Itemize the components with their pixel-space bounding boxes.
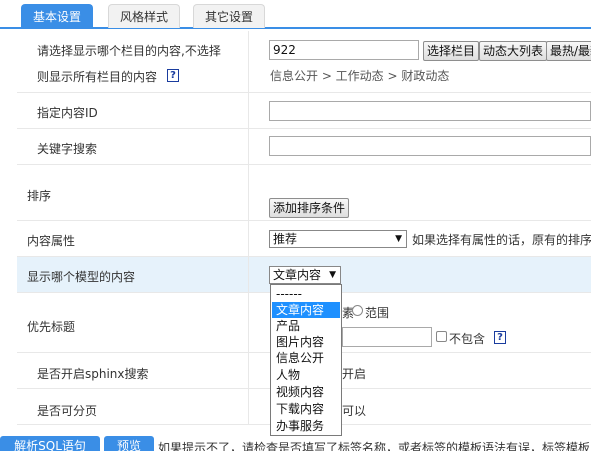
content-id-input[interactable] <box>269 101 591 121</box>
row-attribute: 内容属性 推荐 ▼ 如果选择有属性的话，原有的排序 <box>17 221 591 257</box>
range-label: 范围 <box>365 306 390 320</box>
title-input[interactable] <box>342 327 432 347</box>
dropdown-option[interactable]: 人物 <box>272 367 340 383</box>
row-label: 是否可分页 <box>17 389 249 424</box>
add-sort-button[interactable]: 添加排序条件 <box>269 198 350 218</box>
model-select-value: 文章内容 <box>273 268 322 282</box>
preview-button[interactable]: 预览 <box>104 436 154 451</box>
tab-other-settings[interactable]: 其它设置 <box>193 4 265 28</box>
row-label: 关键字搜索 <box>17 129 249 164</box>
title-label: 优先标题 <box>27 320 76 334</box>
select-column-button[interactable]: 选择栏目 <box>423 41 480 61</box>
dropdown-option[interactable]: 图片内容 <box>272 334 340 350</box>
dropdown-option[interactable]: 信息公开 <box>272 350 340 366</box>
dropdown-option-selected[interactable]: 文章内容 <box>272 302 340 318</box>
parse-sql-button[interactable]: 解析SQL语句 <box>0 436 100 451</box>
chevron-down-icon: ▼ <box>395 234 402 244</box>
column-label-line1: 请选择显示哪个栏目的内容,不选择 <box>37 44 221 58</box>
column-label-line2: 则显示所有栏目的内容 <box>37 70 158 84</box>
tab-basic-settings[interactable]: 基本设置 <box>21 4 93 28</box>
bottom-action-bar: 解析SQL语句 预览 如果提示不了，请检查是否填写了标签名称，或者标签的模板语法… <box>0 436 591 451</box>
dropdown-option[interactable]: 下载内容 <box>272 401 340 417</box>
paging-label: 是否可分页 <box>37 404 98 418</box>
range-radio[interactable] <box>352 305 363 316</box>
row-label: 排序 <box>17 165 249 220</box>
keyword-input[interactable] <box>269 136 591 156</box>
help-icon[interactable]: ? <box>167 69 179 82</box>
row-column: 请选择显示哪个栏目的内容,不选择 则显示所有栏目的内容 ? 选择栏目 动态大列表… <box>17 31 591 93</box>
row-label: 指定内容ID <box>17 93 249 128</box>
row-label: 请选择显示哪个栏目的内容,不选择 则显示所有栏目的内容 ? <box>17 31 249 92</box>
model-dropdown-list[interactable]: ------ 文章内容 产品 图片内容 信息公开 人物 视频内容 下载内容 办事… <box>270 284 342 436</box>
content-id-label: 指定内容ID <box>37 106 98 120</box>
column-id-input[interactable] <box>269 40 419 60</box>
exclude-label: 不包含 <box>449 332 486 346</box>
dynamic-list-button[interactable]: 动态大列表 <box>479 41 548 61</box>
attribute-select-value: 推荐 <box>273 232 298 246</box>
tab-style[interactable]: 风格样式 <box>108 4 180 28</box>
sort-label: 排序 <box>27 189 52 203</box>
model-select[interactable]: 文章内容 ▼ <box>269 266 341 284</box>
attribute-label: 内容属性 <box>27 234 76 248</box>
attribute-select[interactable]: 推荐 ▼ <box>269 230 407 248</box>
row-label: 显示哪个模型的内容 <box>17 257 249 292</box>
bottom-note: 如果提示不了，请检查是否填写了标签名称，或者标签的模板语法有误，标签模板 <box>158 441 591 451</box>
dropdown-option[interactable]: 办事服务 <box>272 418 340 434</box>
dropdown-option[interactable]: 视频内容 <box>272 384 340 400</box>
model-label: 显示哪个模型的内容 <box>27 270 136 284</box>
sphinx-label: 是否开启sphinx搜索 <box>37 367 149 381</box>
help-icon[interactable]: ? <box>494 331 506 344</box>
tab-bar: 基本设置 风格样式 其它设置 <box>0 0 591 29</box>
dropdown-option[interactable]: ------ <box>272 286 340 302</box>
hot-latest-button[interactable]: 最热/最新 <box>546 41 591 61</box>
row-label: 内容属性 <box>17 221 249 256</box>
row-content-id: 指定内容ID <box>17 93 591 129</box>
sphinx-option[interactable]: 开启 <box>342 365 366 382</box>
row-label: 是否开启sphinx搜索 <box>17 353 249 388</box>
dropdown-option[interactable]: 产品 <box>272 318 340 334</box>
row-label: 优先标题 <box>17 293 249 352</box>
chevron-down-icon: ▼ <box>329 270 336 280</box>
row-keyword: 关键字搜索 <box>17 129 591 165</box>
exclude-checkbox[interactable] <box>436 331 447 342</box>
keyword-label: 关键字搜索 <box>37 142 98 156</box>
row-sort: 排序 添加排序条件 <box>17 165 591 221</box>
paging-option[interactable]: 可以 <box>342 402 366 419</box>
column-path: 信息公开 > 工作动态 > 财政动态 <box>270 69 450 83</box>
attribute-note: 如果选择有属性的话，原有的排序 <box>412 233 591 247</box>
